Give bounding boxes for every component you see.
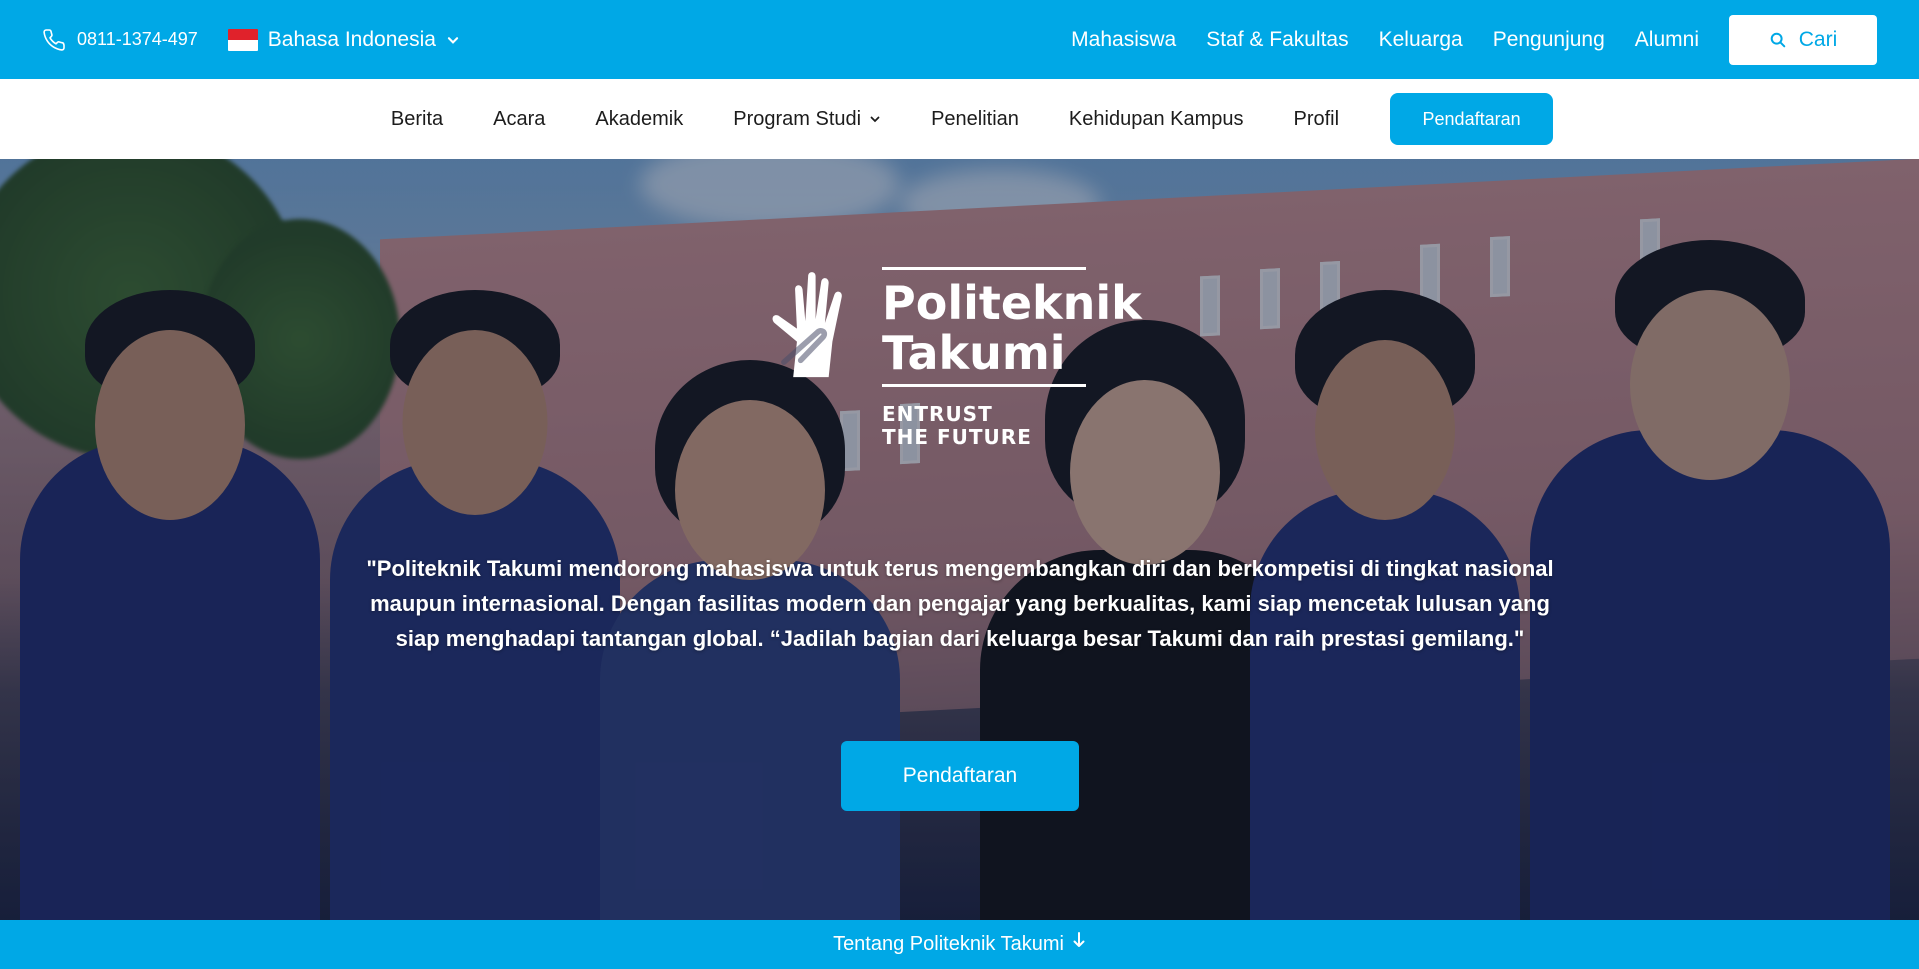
chevron-down-icon bbox=[447, 36, 459, 44]
logo-name-line1: Politeknik bbox=[882, 276, 1142, 330]
nav-item-berita[interactable]: Berita bbox=[391, 108, 443, 131]
link-alumni[interactable]: Alumni bbox=[1635, 28, 1699, 52]
phone-contact[interactable]: 0811-1374-497 bbox=[42, 28, 198, 52]
about-label: Tentang Politeknik Takumi bbox=[833, 933, 1064, 955]
hand-logo-icon bbox=[772, 272, 842, 378]
chevron-down-icon bbox=[870, 116, 880, 123]
nav-item-acara[interactable]: Acara bbox=[493, 108, 545, 131]
link-keluarga[interactable]: Keluarga bbox=[1379, 28, 1463, 52]
tagline-line2: THE FUTURE bbox=[882, 425, 1032, 449]
tagline-line1: ENTRUST bbox=[882, 402, 993, 426]
arrow-down-icon bbox=[1073, 931, 1085, 947]
hero-register-button[interactable]: Pendaftaran bbox=[841, 741, 1079, 811]
search-label: Cari bbox=[1798, 27, 1838, 51]
logo-rule-top bbox=[882, 267, 1086, 270]
register-button[interactable]: Pendaftaran bbox=[1390, 93, 1554, 145]
language-label: Bahasa Indonesia bbox=[267, 27, 436, 51]
logo-name: Politeknik Takumi bbox=[882, 278, 1142, 378]
nav-label: Profil bbox=[1293, 107, 1340, 130]
language-selector[interactable]: Bahasa Indonesia bbox=[227, 27, 460, 52]
nav-label: Acara bbox=[493, 107, 546, 130]
about-scroll-bar[interactable]: Tentang Politeknik Takumi bbox=[0, 920, 1919, 969]
nav-item-penelitian[interactable]: Penelitian bbox=[931, 108, 1019, 131]
nav-label: Program Studi bbox=[733, 107, 862, 130]
logo-rule-bottom bbox=[882, 384, 1086, 387]
indonesia-flag-icon bbox=[227, 28, 258, 51]
main-navigation: Berita Acara Akademik Program Studi Pene… bbox=[0, 79, 1919, 159]
logo-name-line2: Takumi bbox=[882, 326, 1066, 380]
nav-item-akademik[interactable]: Akademik bbox=[595, 108, 683, 131]
logo-tagline: ENTRUST THE FUTURE bbox=[882, 403, 1142, 449]
link-staf-fakultas[interactable]: Staf & Fakultas bbox=[1206, 28, 1348, 52]
search-icon bbox=[1770, 32, 1786, 47]
hero-quote: "Politeknik Takumi mendorong mahasiswa u… bbox=[366, 556, 1554, 651]
nav-item-kehidupan-kampus[interactable]: Kehidupan Kampus bbox=[1069, 108, 1244, 131]
logo-wordmark: Politeknik Takumi ENTRUST THE FUTURE bbox=[882, 267, 1142, 449]
search-button[interactable]: Cari bbox=[1729, 14, 1877, 65]
top-utility-bar: 0811-1374-497 Bahasa Indonesia Mahasiswa… bbox=[0, 0, 1919, 79]
nav-label: Akademik bbox=[595, 107, 684, 130]
nav-item-program-studi[interactable]: Program Studi bbox=[733, 108, 881, 131]
phone-number: 0811-1374-497 bbox=[77, 29, 198, 49]
nav-label: Berita bbox=[390, 107, 444, 130]
institution-logo: Politeknik Takumi ENTRUST THE FUTURE bbox=[762, 267, 1162, 449]
link-pengunjung[interactable]: Pengunjung bbox=[1493, 28, 1605, 52]
link-mahasiswa[interactable]: Mahasiswa bbox=[1071, 28, 1176, 52]
audience-nav: Mahasiswa Staf & Fakultas Keluarga Pengu… bbox=[1041, 14, 1877, 65]
phone-icon bbox=[43, 28, 65, 51]
nav-label: Penelitian bbox=[931, 107, 1019, 130]
nav-item-profil[interactable]: Profil bbox=[1294, 108, 1340, 131]
nav-label: Kehidupan Kampus bbox=[1068, 107, 1244, 130]
